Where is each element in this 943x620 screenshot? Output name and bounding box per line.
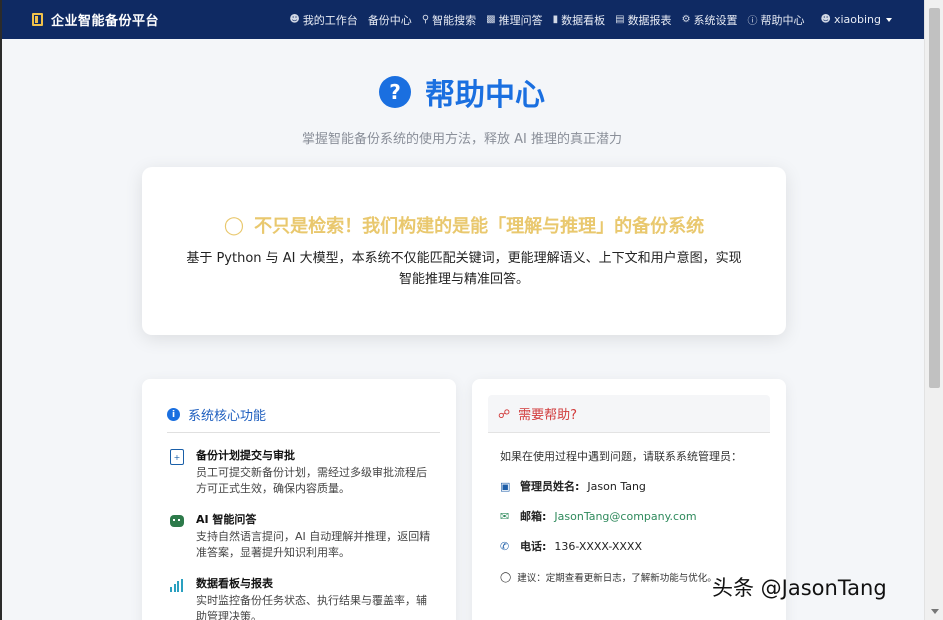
email-label: 邮箱: [520,510,547,523]
feature-text: 备份计划提交与审批 员工可提交新备份计划，需经过多级审批流程后方可正式生效，确保… [196,447,432,497]
intro-headline: ◯ 不只是检索！我们构建的是能「理解与推理」的备份系统 [142,212,786,238]
robot-icon [170,515,184,527]
nav-item-label: 帮助中心 [760,13,805,27]
nav-item-label: 推理问答 [498,13,543,27]
avatar-icon: ☻ [820,14,831,25]
scrollbar-thumb[interactable] [929,8,940,388]
document-plus-icon: + [170,449,184,465]
nav-item-dashboard[interactable]: ▮ 数据看板 [553,12,606,28]
contact-admin: ▣ 管理员姓名: Jason Tang [500,478,786,494]
feature-icon-wrap [170,513,184,529]
feature-text: 数据看板与报表 实时监控备份任务状态、执行结果与覆盖率，辅助管理决策。 [196,575,432,620]
chevron-down-icon [886,17,892,22]
feature-text: AI 智能问答 支持自然语言提问，AI 自动理解并推理，返回精准答案，显著提升知… [196,511,432,561]
robot-icon: ▩ [486,14,496,25]
brand[interactable]: 企业智能备份平台 [32,10,159,29]
bar-chart-icon: ▮ [552,14,559,25]
nav-item-label: 系统设置 [693,13,738,27]
feature-item: AI 智能问答 支持自然语言提问，AI 自动理解并推理，返回精准答案，显著提升知… [170,511,432,561]
page-title: ? 帮助中心 [379,70,545,114]
feature-icon-wrap [170,577,184,593]
lightbulb-icon: ◯ [223,214,245,236]
user-icon: ☻ [289,14,300,25]
scroll-down-arrow-icon[interactable] [931,609,939,614]
nav-item-reasoning-qa[interactable]: ▩ 推理问答 [486,12,542,28]
features-card-header: i 系统核心功能 [167,405,440,433]
question-circle-icon: ? [379,76,411,108]
nav-menu: ☻ 我的工作台 备份中心 ⚲ 智能搜索 ▩ 推理问答 ▮ 数据看板 ▤ 数据报表… [279,12,892,28]
contact-email: ✉ 邮箱: JasonTang@company.com [500,508,786,524]
bar-chart-icon [170,578,184,592]
nav-item-help[interactable]: ⓘ 帮助中心 [748,12,805,28]
top-navbar: 企业智能备份平台 ☻ 我的工作台 备份中心 ⚲ 智能搜索 ▩ 推理问答 ▮ 数据… [2,0,924,39]
username: xiaobing [833,13,881,26]
contact-phone: ✆ 电话: 136-XXXX-XXXX [500,538,786,554]
phone-icon: ✆ [500,539,510,553]
lightbulb-icon: ◯ [500,571,512,583]
intro-headline-text: 不只是检索！我们构建的是能「理解与推理」的备份系统 [254,216,705,237]
admin-name: Jason Tang [587,479,646,493]
help-card-header: ☍ 需要帮助? [488,395,770,433]
book-icon [32,13,43,26]
nav-item-label: 数据报表 [627,13,672,27]
help-intro-text: 如果在使用过程中遇到问题，请联系系统管理员： [500,450,742,463]
nav-item-smart-search[interactable]: ⚲ 智能搜索 [422,12,476,28]
nav-item-label: 我的工作台 [302,13,358,27]
nav-item-workbench[interactable]: ☻ 我的工作台 [289,12,357,28]
feature-desc: 员工可提交新备份计划，需经过多级审批流程后方可正式生效，确保内容质量。 [196,466,427,495]
hero-section: ? 帮助中心 掌握智能备份系统的使用方法，释放 AI 推理的真正潜力 [0,70,924,147]
phone-number: 136-XXXX-XXXX [554,539,642,553]
info-icon: i [167,408,180,421]
intro-body: 基于 Python 与 AI 大模型，本系统不仅能匹配关键词，更能理解语义、上下… [186,251,742,287]
nav-item-reports[interactable]: ▤ 数据报表 [615,12,671,28]
page-subtitle: 掌握智能备份系统的使用方法，释放 AI 推理的真正潜力 [302,132,622,147]
vertical-scrollbar[interactable] [924,0,943,620]
admin-label: 管理员姓名: [520,480,580,493]
feature-desc: 实时监控备份任务状态、执行结果与覆盖率，辅助管理决策。 [196,594,427,620]
help-tip-text: 建议：定期查看更新日志，了解新功能与优化。 [517,573,717,584]
search-icon: ⚲ [421,14,430,25]
watermark: 头条 @JasonTang [712,576,887,600]
user-menu[interactable]: ☻ xiaobing [821,13,892,26]
feature-title: AI 智能问答 [196,513,257,526]
nav-item-settings[interactable]: ⚙ 系统设置 [682,12,738,28]
feature-title: 数据看板与报表 [196,577,273,590]
page-title-text: 帮助中心 [425,78,545,113]
gear-icon: ⚙ [681,14,691,25]
help-card-title: 需要帮助? [518,408,578,423]
feature-desc: 支持自然语言提问，AI 自动理解并推理，返回精准答案，显著提升知识利用率。 [196,530,431,559]
headset-icon: ☍ [498,406,511,421]
nav-item-label: 数据看板 [561,13,606,27]
nav-item-label: 智能搜索 [432,13,477,27]
report-icon: ▤ [615,14,625,25]
nav-item-backup-center[interactable]: 备份中心 [368,12,412,28]
question-icon: ⓘ [747,16,758,27]
phone-label: 电话: [520,540,547,553]
features-card: i 系统核心功能 + 备份计划提交与审批 员工可提交新备份计划，需经过多级审批流… [142,379,456,620]
email-link[interactable]: JasonTang@company.com [554,510,696,523]
nav-item-label: 备份中心 [367,13,412,27]
feature-icon-wrap: + [170,449,184,465]
envelope-icon: ✉ [500,509,510,523]
feature-item: + 备份计划提交与审批 员工可提交新备份计划，需经过多级审批流程后方可正式生效，… [170,447,432,497]
intro-card: ◯ 不只是检索！我们构建的是能「理解与推理」的备份系统 基于 Python 与 … [142,167,786,335]
features-card-title: 系统核心功能 [188,409,267,424]
feature-title: 备份计划提交与审批 [196,449,295,462]
id-card-icon: ▣ [500,479,511,493]
feature-item: 数据看板与报表 实时监控备份任务状态、执行结果与覆盖率，辅助管理决策。 [170,575,432,620]
brand-name: 企业智能备份平台 [51,14,160,29]
